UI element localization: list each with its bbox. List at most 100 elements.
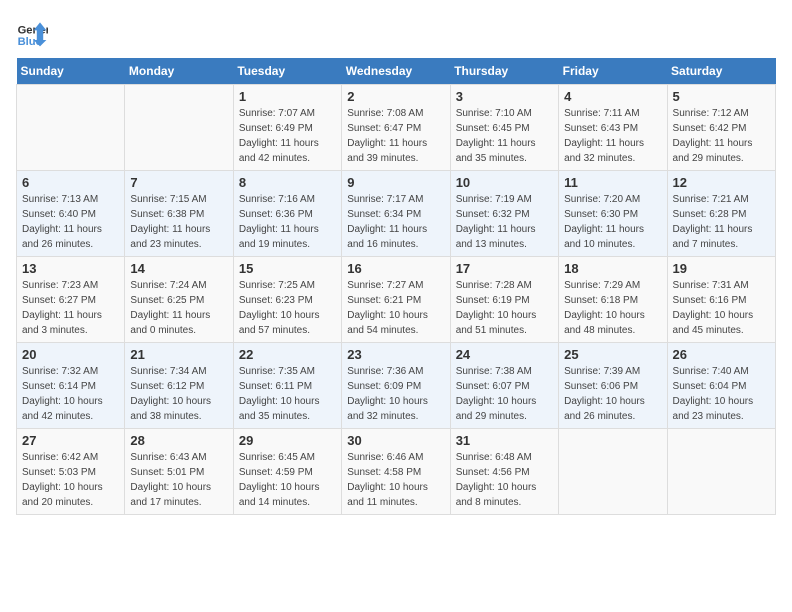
day-number: 18 [564, 261, 661, 276]
day-number: 4 [564, 89, 661, 104]
calendar-cell: 30 Sunrise: 6:46 AMSunset: 4:58 PMDayligh… [342, 429, 450, 515]
calendar-cell: 4 Sunrise: 7:11 AMSunset: 6:43 PMDaylight… [559, 85, 667, 171]
day-info: Sunrise: 7:15 AMSunset: 6:38 PMDaylight:… [130, 192, 227, 252]
day-number: 19 [673, 261, 770, 276]
day-number: 6 [22, 175, 119, 190]
calendar-cell: 27Sunrise: 6:42 AMSunset: 5:03 PMDayligh… [17, 429, 125, 515]
day-number: 2 [347, 89, 444, 104]
column-header-wednesday: Wednesday [342, 58, 450, 85]
calendar-cell: 22 Sunrise: 7:35 AMSunset: 6:11 PMDayligh… [233, 343, 341, 429]
calendar-cell [667, 429, 775, 515]
day-number: 12 [673, 175, 770, 190]
calendar-cell: 3 Sunrise: 7:10 AMSunset: 6:45 PMDaylight… [450, 85, 558, 171]
day-info: Sunrise: 6:48 AMSunset: 4:56 PMDaylight:… [456, 450, 553, 510]
calendar-cell: 1 Sunrise: 7:07 AMSunset: 6:49 PMDaylight… [233, 85, 341, 171]
day-number: 23 [347, 347, 444, 362]
day-info: Sunrise: 7:24 AMSunset: 6:25 PMDaylight:… [130, 278, 227, 338]
calendar-cell: 20Sunrise: 7:32 AMSunset: 6:14 PMDayligh… [17, 343, 125, 429]
calendar-cell: 31 Sunrise: 6:48 AMSunset: 4:56 PMDayligh… [450, 429, 558, 515]
calendar-cell [559, 429, 667, 515]
column-header-thursday: Thursday [450, 58, 558, 85]
day-number: 3 [456, 89, 553, 104]
day-info: Sunrise: 6:42 AMSunset: 5:03 PMDaylight:… [22, 450, 119, 510]
calendar-cell: 2Sunrise: 7:08 AMSunset: 6:47 PMDaylight… [342, 85, 450, 171]
day-number: 8 [239, 175, 336, 190]
day-number: 30 [347, 433, 444, 448]
day-info: Sunrise: 7:13 AMSunset: 6:40 PMDaylight:… [22, 192, 119, 252]
day-info: Sunrise: 7:27 AMSunset: 6:21 PMDaylight:… [347, 278, 444, 338]
calendar-cell: 24Sunrise: 7:38 AMSunset: 6:07 PMDayligh… [450, 343, 558, 429]
week-row-1: 1 Sunrise: 7:07 AMSunset: 6:49 PMDaylight… [17, 85, 776, 171]
calendar-cell [125, 85, 233, 171]
column-header-friday: Friday [559, 58, 667, 85]
day-info: Sunrise: 7:29 AMSunset: 6:18 PMDaylight:… [564, 278, 661, 338]
week-row-5: 27Sunrise: 6:42 AMSunset: 5:03 PMDayligh… [17, 429, 776, 515]
day-info: Sunrise: 7:10 AMSunset: 6:45 PMDaylight:… [456, 106, 553, 166]
logo-icon: General Blue [16, 16, 48, 48]
day-info: Sunrise: 7:28 AMSunset: 6:19 PMDaylight:… [456, 278, 553, 338]
day-info: Sunrise: 7:31 AMSunset: 6:16 PMDaylight:… [673, 278, 770, 338]
page-header: General Blue [16, 16, 776, 48]
day-number: 24 [456, 347, 553, 362]
column-header-sunday: Sunday [17, 58, 125, 85]
day-number: 14 [130, 261, 227, 276]
calendar-cell: 19 Sunrise: 7:31 AMSunset: 6:16 PMDayligh… [667, 257, 775, 343]
calendar-cell: 13 Sunrise: 7:23 AMSunset: 6:27 PMDayligh… [17, 257, 125, 343]
calendar-cell: 7 Sunrise: 7:15 AMSunset: 6:38 PMDaylight… [125, 171, 233, 257]
calendar-cell: 14 Sunrise: 7:24 AMSunset: 6:25 PMDayligh… [125, 257, 233, 343]
day-info: Sunrise: 7:25 AMSunset: 6:23 PMDaylight:… [239, 278, 336, 338]
week-row-2: 6 Sunrise: 7:13 AMSunset: 6:40 PMDaylight… [17, 171, 776, 257]
day-number: 16 [347, 261, 444, 276]
day-info: Sunrise: 7:34 AMSunset: 6:12 PMDaylight:… [130, 364, 227, 424]
day-info: Sunrise: 7:12 AMSunset: 6:42 PMDaylight:… [673, 106, 770, 166]
day-number: 29 [239, 433, 336, 448]
day-info: Sunrise: 7:36 AMSunset: 6:09 PMDaylight:… [347, 364, 444, 424]
calendar-cell: 12 Sunrise: 7:21 AMSunset: 6:28 PMDayligh… [667, 171, 775, 257]
day-info: Sunrise: 7:32 AMSunset: 6:14 PMDaylight:… [22, 364, 119, 424]
calendar-table: SundayMondayTuesdayWednesdayThursdayFrid… [16, 58, 776, 515]
logo: General Blue [16, 16, 54, 48]
calendar-cell: 17 Sunrise: 7:28 AMSunset: 6:19 PMDayligh… [450, 257, 558, 343]
day-number: 10 [456, 175, 553, 190]
day-info: Sunrise: 7:39 AMSunset: 6:06 PMDaylight:… [564, 364, 661, 424]
week-row-4: 20Sunrise: 7:32 AMSunset: 6:14 PMDayligh… [17, 343, 776, 429]
day-number: 7 [130, 175, 227, 190]
column-header-tuesday: Tuesday [233, 58, 341, 85]
calendar-cell: 15 Sunrise: 7:25 AMSunset: 6:23 PMDayligh… [233, 257, 341, 343]
day-info: Sunrise: 6:46 AMSunset: 4:58 PMDaylight:… [347, 450, 444, 510]
calendar-cell: 9Sunrise: 7:17 AMSunset: 6:34 PMDaylight… [342, 171, 450, 257]
day-info: Sunrise: 6:45 AMSunset: 4:59 PMDaylight:… [239, 450, 336, 510]
day-number: 15 [239, 261, 336, 276]
column-header-monday: Monday [125, 58, 233, 85]
calendar-cell: 21 Sunrise: 7:34 AMSunset: 6:12 PMDayligh… [125, 343, 233, 429]
day-number: 13 [22, 261, 119, 276]
day-info: Sunrise: 7:20 AMSunset: 6:30 PMDaylight:… [564, 192, 661, 252]
day-info: Sunrise: 7:23 AMSunset: 6:27 PMDaylight:… [22, 278, 119, 338]
calendar-cell [17, 85, 125, 171]
week-row-3: 13 Sunrise: 7:23 AMSunset: 6:27 PMDayligh… [17, 257, 776, 343]
day-number: 31 [456, 433, 553, 448]
day-info: Sunrise: 6:43 AMSunset: 5:01 PMDaylight:… [130, 450, 227, 510]
day-info: Sunrise: 7:11 AMSunset: 6:43 PMDaylight:… [564, 106, 661, 166]
calendar-cell: 16 Sunrise: 7:27 AMSunset: 6:21 PMDayligh… [342, 257, 450, 343]
calendar-cell: 11Sunrise: 7:20 AMSunset: 6:30 PMDayligh… [559, 171, 667, 257]
calendar-cell: 25Sunrise: 7:39 AMSunset: 6:06 PMDayligh… [559, 343, 667, 429]
day-number: 26 [673, 347, 770, 362]
day-number: 17 [456, 261, 553, 276]
day-number: 22 [239, 347, 336, 362]
day-number: 21 [130, 347, 227, 362]
calendar-cell: 29 Sunrise: 6:45 AMSunset: 4:59 PMDayligh… [233, 429, 341, 515]
day-number: 1 [239, 89, 336, 104]
header-row: SundayMondayTuesdayWednesdayThursdayFrid… [17, 58, 776, 85]
calendar-cell: 23 Sunrise: 7:36 AMSunset: 6:09 PMDayligh… [342, 343, 450, 429]
day-info: Sunrise: 7:07 AMSunset: 6:49 PMDaylight:… [239, 106, 336, 166]
day-info: Sunrise: 7:21 AMSunset: 6:28 PMDaylight:… [673, 192, 770, 252]
calendar-cell: 6 Sunrise: 7:13 AMSunset: 6:40 PMDaylight… [17, 171, 125, 257]
day-number: 28 [130, 433, 227, 448]
calendar-cell: 26 Sunrise: 7:40 AMSunset: 6:04 PMDayligh… [667, 343, 775, 429]
day-info: Sunrise: 7:16 AMSunset: 6:36 PMDaylight:… [239, 192, 336, 252]
day-info: Sunrise: 7:35 AMSunset: 6:11 PMDaylight:… [239, 364, 336, 424]
day-info: Sunrise: 7:40 AMSunset: 6:04 PMDaylight:… [673, 364, 770, 424]
calendar-cell: 18 Sunrise: 7:29 AMSunset: 6:18 PMDayligh… [559, 257, 667, 343]
calendar-cell: 28 Sunrise: 6:43 AMSunset: 5:01 PMDayligh… [125, 429, 233, 515]
